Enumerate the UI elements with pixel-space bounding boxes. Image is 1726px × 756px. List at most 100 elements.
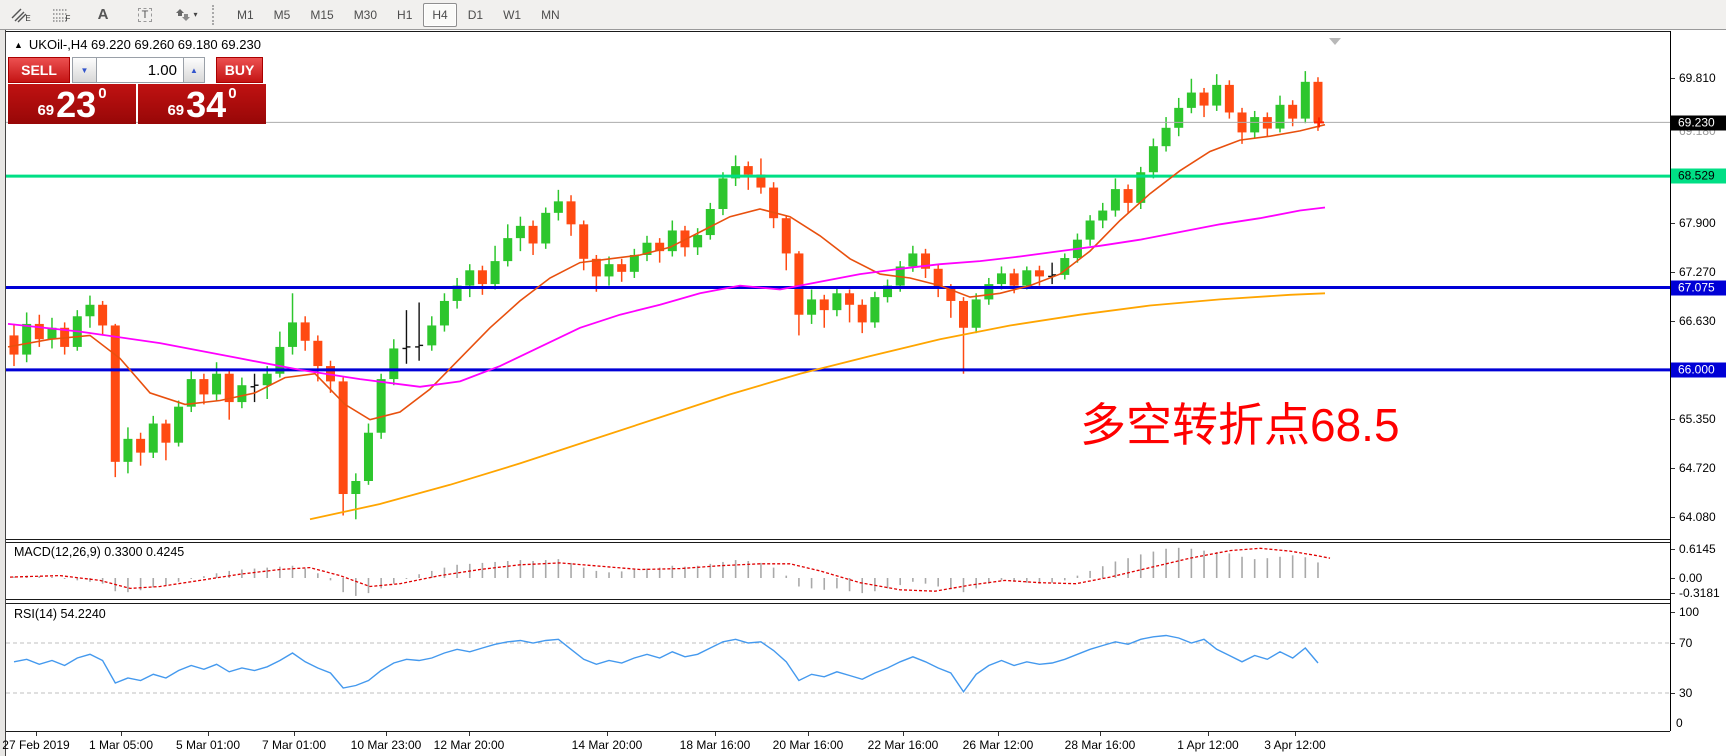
candle-body <box>491 261 500 284</box>
tool-glyph: A <box>98 6 109 23</box>
chevron-down-icon: ▼ <box>81 66 89 75</box>
candle-body <box>1035 270 1044 276</box>
candle-body <box>959 301 968 328</box>
axis-tick-label: 66.630 <box>1679 314 1716 328</box>
chart-canvas[interactable] <box>6 31 1670 731</box>
candle-body <box>427 325 436 345</box>
time-axis[interactable]: 27 Feb 20191 Mar 05:005 Mar 01:007 Mar 0… <box>6 732 1670 756</box>
candle-body <box>1200 93 1209 106</box>
rsi-indicator-label: RSI(14) 54.2240 <box>14 607 106 621</box>
candle-body <box>187 379 196 407</box>
axis-tick-mark <box>1671 549 1675 550</box>
axis-tick-label: 64.720 <box>1679 461 1716 475</box>
chart-title: ▲ UKOil-,H4 69.220 69.260 69.180 69.230 <box>14 37 261 52</box>
fibonacci-tool-icon[interactable]: F <box>48 3 74 27</box>
timeframe-h1-button[interactable]: H1 <box>388 3 421 27</box>
candle-body <box>541 213 550 244</box>
arrows-tool-icon[interactable]: ▾ <box>174 3 200 27</box>
price-badge: 69.230 <box>1671 116 1726 131</box>
time-tick-mark <box>121 732 122 736</box>
time-tick-label: 28 Mar 16:00 <box>1065 738 1136 752</box>
timeframe-mn-button[interactable]: MN <box>532 3 569 27</box>
text-tool-icon[interactable]: A <box>90 3 116 27</box>
volume-decrease-button[interactable]: ▼ <box>72 57 97 83</box>
candle-body <box>1098 211 1107 221</box>
buy-price-tile[interactable]: 69 34 0 <box>138 84 266 124</box>
timeframe-m5-button[interactable]: M5 <box>265 3 300 27</box>
timeframe-m15-button[interactable]: M15 <box>301 3 342 27</box>
axis-tick-label: 0.00 <box>1679 571 1702 585</box>
candle-body <box>1010 273 1019 285</box>
candle-body <box>1086 221 1095 240</box>
sell-button[interactable]: SELL <box>8 57 70 83</box>
time-tick-mark <box>208 732 209 736</box>
candle-body <box>567 201 576 224</box>
candle-body <box>1022 270 1031 285</box>
toolbar-drag-handle[interactable] <box>212 5 219 25</box>
volume-input[interactable]: 1.00 <box>97 57 183 83</box>
sell-price-prefix: 69 <box>37 103 54 118</box>
tool-glyph: T <box>138 8 153 22</box>
price-badge: 68.529 <box>1671 169 1726 184</box>
candle-body <box>313 341 322 366</box>
buy-button[interactable]: BUY <box>216 57 263 83</box>
time-tick-label: 12 Mar 20:00 <box>434 738 505 752</box>
candle-body <box>136 439 145 453</box>
candle-body <box>718 178 727 209</box>
axis-tick-label: 30 <box>1679 686 1692 700</box>
chevron-down-icon[interactable]: ▾ <box>193 10 197 19</box>
macd-signal-line <box>10 548 1330 591</box>
candle-body <box>908 253 917 266</box>
axis-tick-mark <box>1671 468 1675 469</box>
time-tick-mark <box>607 732 608 736</box>
axis-tick-label: 65.350 <box>1679 412 1716 426</box>
candle-body <box>123 439 132 462</box>
axis-tick-label: 0.6145 <box>1679 542 1716 556</box>
candle-body <box>263 374 272 385</box>
chevron-up-icon: ▲ <box>190 66 198 75</box>
candle-body <box>605 264 614 276</box>
timeframe-d1-button[interactable]: D1 <box>459 3 492 27</box>
axis-tick-mark <box>1671 321 1675 322</box>
axis-tick-label: 67.900 <box>1679 216 1716 230</box>
timeframe-m1-button[interactable]: M1 <box>228 3 263 27</box>
candle-body <box>972 299 981 327</box>
collapse-panel-icon[interactable]: ▲ <box>14 40 23 50</box>
time-tick-mark <box>294 732 295 736</box>
candle-body <box>820 299 829 310</box>
sell-price-tile[interactable]: 69 23 0 <box>8 84 136 124</box>
time-tick-label: 20 Mar 16:00 <box>773 738 844 752</box>
candle-body <box>174 407 183 443</box>
candle-body <box>858 305 867 323</box>
chart-window: ▲ UKOil-,H4 69.220 69.260 69.180 69.230 … <box>6 31 1671 731</box>
candle-body <box>1111 189 1120 210</box>
axis-tick-mark <box>1671 693 1675 694</box>
axis-tick-label: 70 <box>1679 636 1692 650</box>
label-tool-icon[interactable]: T <box>132 3 158 27</box>
axis-tick-mark <box>1671 419 1675 420</box>
time-tick-mark <box>36 732 37 736</box>
candle-body <box>288 322 297 347</box>
candle-body <box>1276 105 1285 129</box>
timeframe-m30-button[interactable]: M30 <box>345 3 386 27</box>
chart-shift-icon <box>1329 38 1341 45</box>
time-tick-mark <box>903 732 904 736</box>
volume-increase-button[interactable]: ▲ <box>183 57 205 83</box>
trading-app-window: E F A T ▾ M1 M5 M15 M30 H1 H4 D1 W1 MN <box>0 0 1726 756</box>
candle-body <box>832 293 841 310</box>
candle-body <box>617 264 626 272</box>
time-tick-label: 26 Mar 12:00 <box>963 738 1034 752</box>
price-axis[interactable]: 69.81069.18069.23068.52967.90067.27067.0… <box>1671 31 1726 731</box>
timeframe-w1-button[interactable]: W1 <box>494 3 530 27</box>
candle-body <box>301 322 310 340</box>
candle-body <box>1301 82 1310 119</box>
equidistant-channel-tool-icon[interactable]: E <box>8 3 34 27</box>
candle-body <box>212 374 221 395</box>
candle-body <box>529 226 538 244</box>
candle-body <box>22 324 31 355</box>
time-tick-mark <box>1100 732 1101 736</box>
chart-text-annotation[interactable]: 多空转折点68.5 <box>1080 389 1400 455</box>
time-tick-label: 18 Mar 16:00 <box>680 738 751 752</box>
candle-body <box>579 224 588 258</box>
timeframe-h4-button[interactable]: H4 <box>423 3 456 27</box>
